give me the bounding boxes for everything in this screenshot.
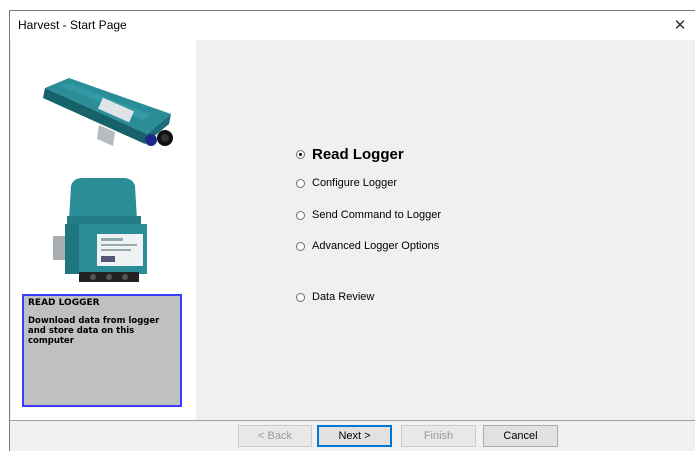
- option-send-command[interactable]: Send Command to Logger: [296, 209, 441, 221]
- left-image-panel: READ LOGGER Download data from logger an…: [11, 40, 196, 420]
- radio-data-review[interactable]: [296, 292, 305, 302]
- option-configure-logger-label: Configure Logger: [312, 177, 398, 189]
- logger-device-image-2: [53, 178, 147, 282]
- radio-configure-logger[interactable]: [296, 178, 305, 188]
- option-advanced-options-label: Advanced Logger Options: [312, 240, 440, 252]
- wizard-window: Harvest - Start Page ✕ READ LOGGER Downl…: [9, 10, 695, 451]
- footer-divider: [10, 420, 695, 421]
- option-advanced-options[interactable]: Advanced Logger Options: [296, 240, 439, 252]
- description-text: Download data from logger and store data…: [28, 316, 160, 346]
- description-title: READ LOGGER: [28, 298, 100, 308]
- option-read-logger-label: Read Logger: [312, 146, 404, 163]
- option-send-command-label: Send Command to Logger: [312, 209, 442, 221]
- radio-read-logger[interactable]: [296, 150, 305, 159]
- radio-send-command[interactable]: [296, 210, 305, 220]
- option-data-review-label: Data Review: [312, 291, 375, 303]
- window-title: Harvest - Start Page: [18, 18, 127, 32]
- description-panel: READ LOGGER Download data from logger an…: [22, 294, 182, 407]
- option-data-review[interactable]: Data Review: [296, 291, 374, 303]
- logger-device-image: [43, 78, 173, 146]
- back-button[interactable]: < Back: [238, 425, 312, 447]
- title-bar: Harvest - Start Page ✕: [10, 11, 695, 40]
- cancel-button[interactable]: Cancel: [483, 425, 558, 447]
- finish-button[interactable]: Finish: [401, 425, 476, 447]
- close-icon[interactable]: ✕: [665, 11, 695, 40]
- radio-advanced-options[interactable]: [296, 241, 305, 251]
- option-configure-logger[interactable]: Configure Logger: [296, 177, 397, 189]
- next-button[interactable]: Next >: [317, 425, 392, 447]
- option-read-logger[interactable]: Read Logger: [296, 146, 404, 163]
